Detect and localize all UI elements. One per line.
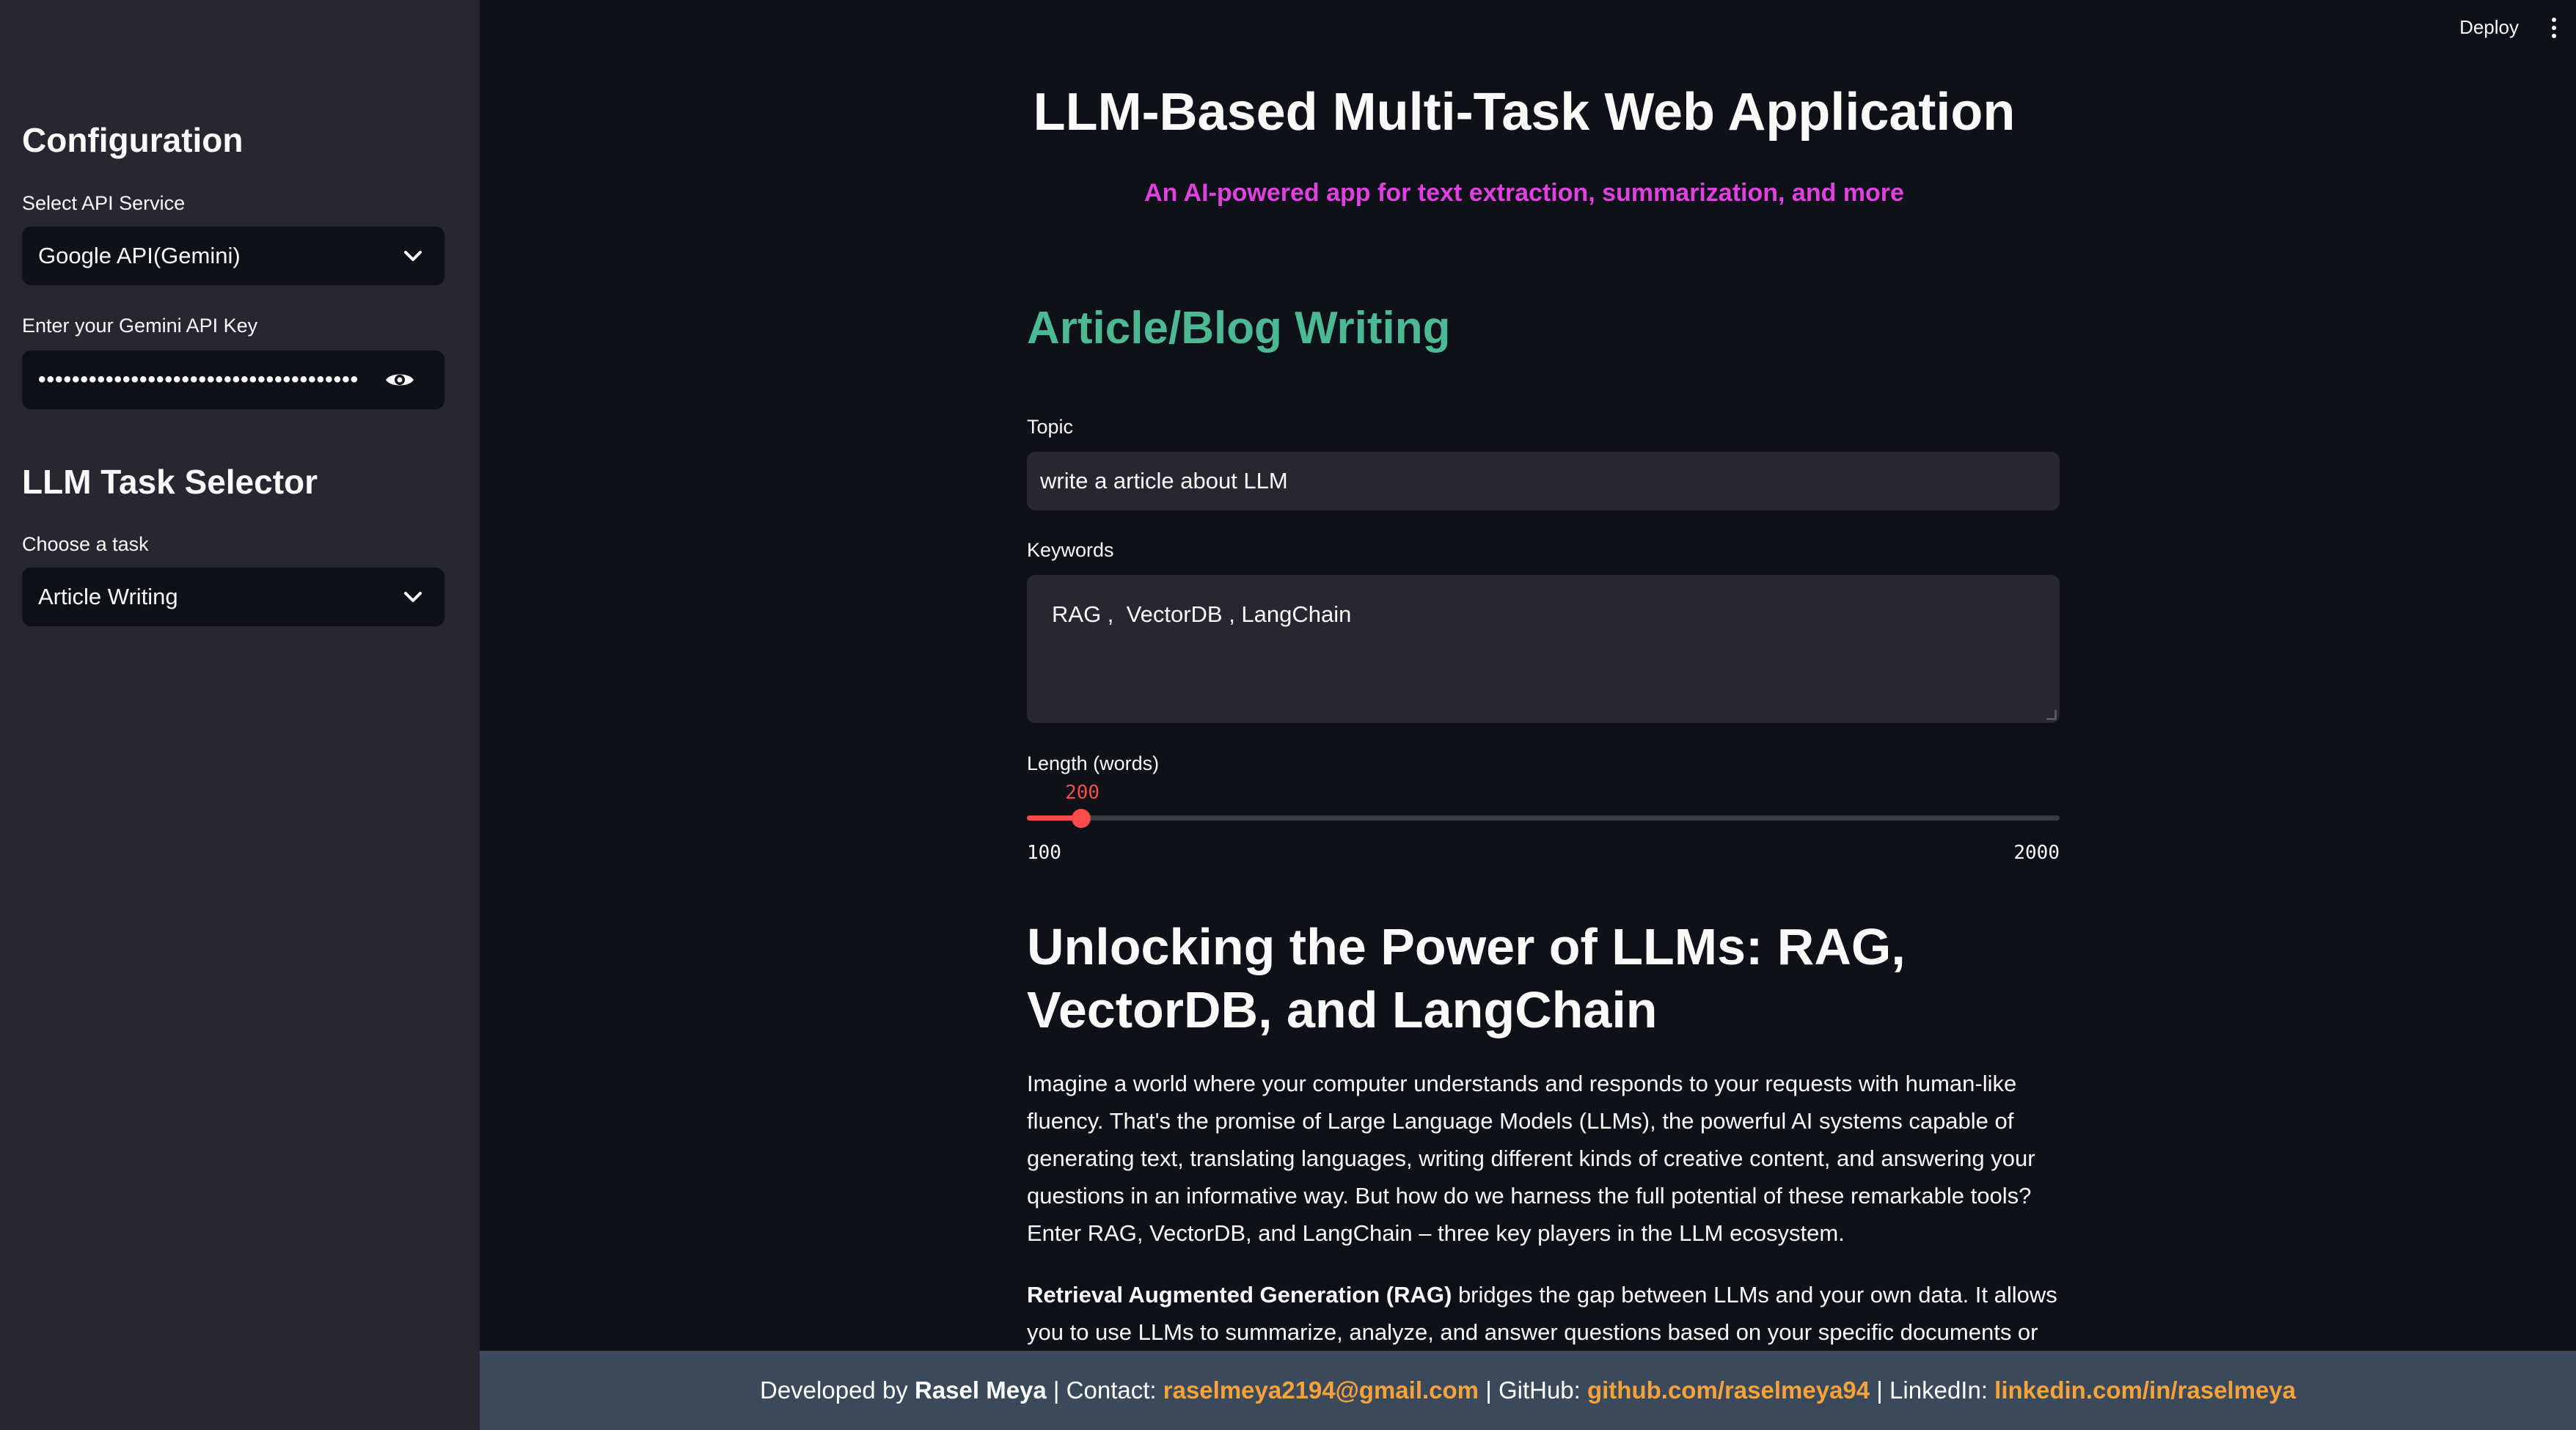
slider-value: 200 — [1065, 782, 1100, 804]
chevron-down-icon — [404, 592, 422, 602]
topic-input[interactable]: write a article about LLM — [1027, 452, 2060, 510]
deploy-button[interactable]: Deploy — [2459, 16, 2519, 39]
page-title: LLM-Based Multi-Task Web Application — [1033, 83, 2016, 142]
footer-github-link[interactable]: github.com/raselmeya94 — [1587, 1376, 1870, 1404]
keywords-textarea[interactable]: RAG , VectorDB , LangChain — [1027, 575, 2060, 723]
keywords-value: RAG , VectorDB , LangChain — [1052, 601, 1352, 627]
footer-linkedin-label: | LinkedIn: — [1870, 1376, 1995, 1404]
task-select[interactable]: Article Writing — [22, 568, 444, 626]
footer-contact-label: | Contact: — [1046, 1376, 1163, 1404]
chevron-down-icon — [404, 251, 422, 261]
length-slider-thumb[interactable] — [1072, 809, 1091, 828]
footer: Developed by Rasel Meya | Contact: rasel… — [480, 1351, 2576, 1430]
length-label: Length (words) — [1027, 752, 1160, 774]
rag-bold-term: Retrieval Augmented Generation (RAG) — [1027, 1282, 1452, 1308]
configuration-heading: Configuration — [22, 121, 244, 159]
api-key-label: Enter your Gemini API Key — [22, 315, 258, 337]
slider-min-label: 100 — [1027, 842, 1061, 864]
api-key-masked-value: •••••••••••••••••••••••••••••••••••••• — [38, 367, 359, 392]
article-paragraph-1: Imagine a world where your computer unde… — [1027, 1071, 2035, 1246]
footer-developer-name: Rasel Meya — [914, 1376, 1047, 1404]
length-slider-track[interactable] — [1027, 815, 2060, 821]
api-service-label: Select API Service — [22, 192, 186, 214]
article-title: Unlocking the Power of LLMs: RAG, Vector… — [1027, 918, 1906, 1038]
section-heading: Article/Blog Writing — [1027, 303, 1451, 353]
api-service-value: Google API(Gemini) — [38, 243, 241, 268]
topic-label: Topic — [1027, 416, 1074, 438]
sidebar: Configuration Select API Service Google … — [0, 0, 480, 1430]
more-vert-icon[interactable] — [2550, 18, 2558, 41]
api-key-input[interactable]: •••••••••••••••••••••••••••••••••••••• — [22, 351, 444, 409]
task-selector-heading: LLM Task Selector — [22, 463, 318, 501]
task-label: Choose a task — [22, 533, 149, 555]
resize-handle-icon[interactable] — [2046, 710, 2057, 720]
page-subtitle: An AI-powered app for text extraction, s… — [1144, 179, 1904, 207]
footer-email-link[interactable]: raselmeya2194@gmail.com — [1163, 1376, 1479, 1404]
eye-icon[interactable] — [384, 370, 415, 390]
task-select-value: Article Writing — [38, 584, 178, 609]
slider-max-label: 2000 — [2013, 842, 2060, 864]
footer-linkedin-link[interactable]: linkedin.com/in/raselmeya — [1994, 1376, 2296, 1404]
app-root: Configuration Select API Service Google … — [0, 0, 2576, 1430]
footer-developed-by: Developed by — [760, 1376, 915, 1404]
article-paragraph-2: Retrieval Augmented Generation (RAG) bri… — [1027, 1276, 2060, 1351]
api-service-select[interactable]: Google API(Gemini) — [22, 227, 444, 285]
footer-github-label: | GitHub: — [1479, 1376, 1587, 1404]
keywords-label: Keywords — [1027, 539, 1114, 561]
